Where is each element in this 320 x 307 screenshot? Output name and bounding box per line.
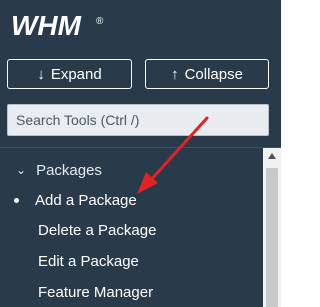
window-edge: [281, 0, 282, 307]
whm-logo[interactable]: WHM ®: [10, 10, 106, 44]
expand-label: Expand: [50, 65, 102, 83]
expand-button[interactable]: ↓ Expand: [7, 59, 132, 89]
menu-item-label: Delete a Package: [38, 221, 157, 239]
collapse-label: Collapse: [184, 65, 243, 83]
chevron-down-icon: ⌄: [16, 163, 27, 177]
menu-item-label: Add a Package: [35, 191, 137, 209]
svg-text:®: ®: [96, 16, 104, 27]
sidebar: WHM ® ↓ Expand ↑ Collapse ⌄ Packages Add…: [0, 0, 281, 307]
scrollbar-thumb[interactable]: [266, 168, 278, 307]
arrow-up-icon: ↑: [171, 65, 179, 83]
menu-item-add-package[interactable]: Add a Package: [0, 186, 263, 214]
logo-text: WHM: [11, 10, 82, 41]
collapse-button[interactable]: ↑ Collapse: [145, 59, 269, 89]
menu-item-delete-package[interactable]: Delete a Package: [0, 216, 263, 244]
active-bullet-icon: [14, 197, 19, 203]
menu-item-label: Edit a Package: [38, 252, 139, 270]
section-label: Packages: [36, 161, 102, 179]
arrow-down-icon: ↓: [37, 65, 45, 83]
menu-item-feature-manager[interactable]: Feature Manager: [0, 278, 263, 306]
search-tools-input[interactable]: [7, 104, 269, 136]
menu-item-edit-package[interactable]: Edit a Package: [0, 247, 263, 275]
triangle-up-icon: [268, 153, 276, 159]
scroll-up-button[interactable]: [263, 148, 281, 164]
section-packages[interactable]: ⌄ Packages: [0, 156, 263, 184]
menu-item-label: Feature Manager: [38, 283, 154, 301]
menu-list: ⌄ Packages Add a Package Delete a Packag…: [0, 148, 263, 307]
